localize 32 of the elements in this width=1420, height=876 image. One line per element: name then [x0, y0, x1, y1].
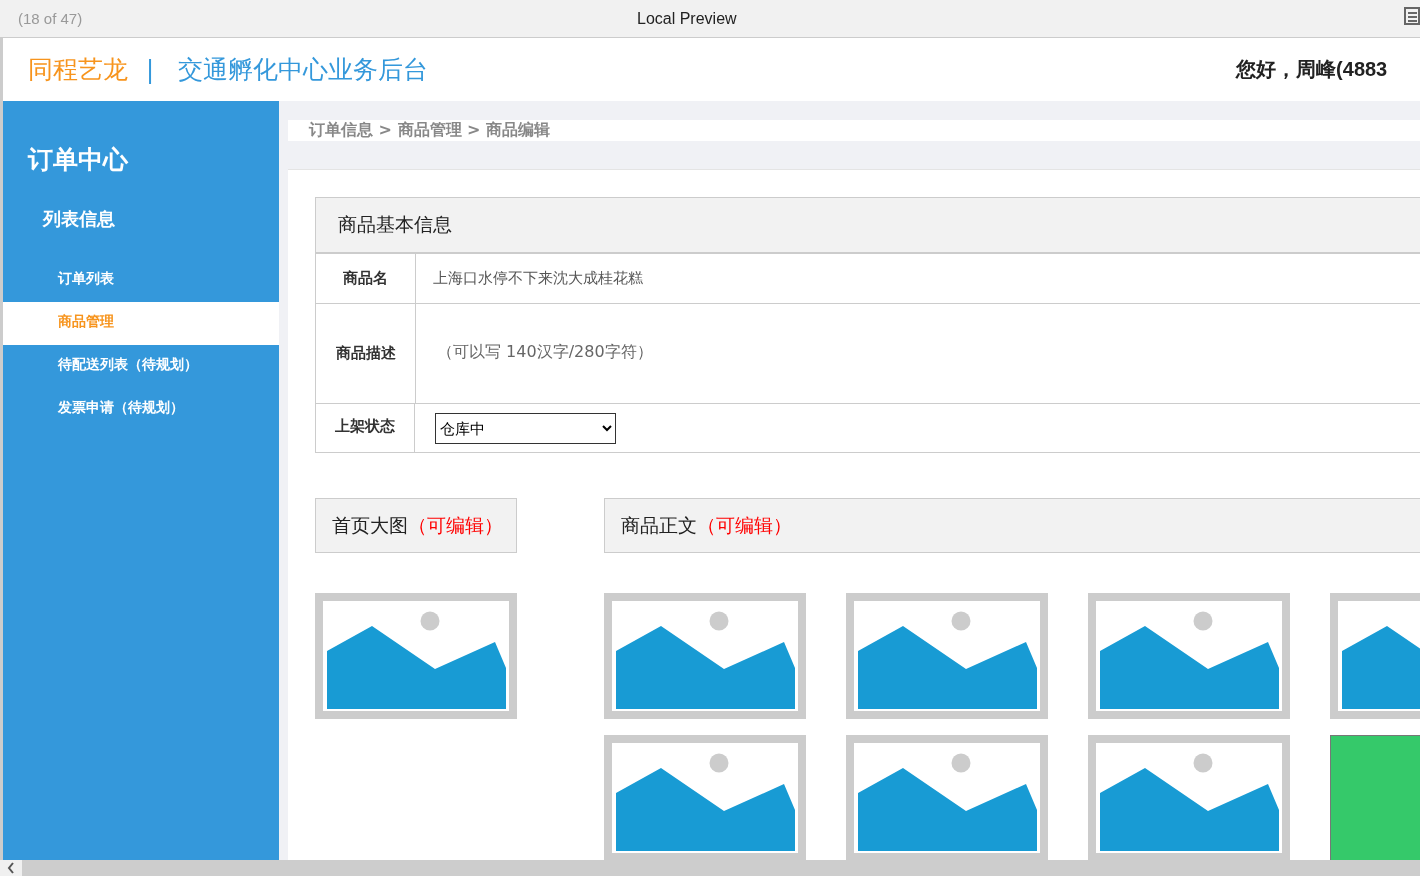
- system-name: 交通孵化中心业务后台: [178, 54, 429, 86]
- section-header: 商品正文（可编辑）: [604, 498, 1420, 553]
- table-title: 商品基本信息: [338, 212, 452, 237]
- section-header: 首页大图（可编辑）: [315, 498, 517, 553]
- chevron-left-icon: [7, 862, 15, 874]
- field-label: 商品名: [316, 254, 416, 303]
- image-placeholder-icon[interactable]: [1088, 593, 1290, 719]
- product-name: 上海口水停不下来沈大成桂花糕: [433, 269, 643, 288]
- sidebar-item[interactable]: 发票申请（待规划）: [3, 388, 279, 431]
- separator: |: [146, 55, 155, 84]
- image-placeholder-icon[interactable]: [1088, 735, 1290, 860]
- image-placeholder-icon[interactable]: [846, 735, 1048, 860]
- image-placeholder-icon[interactable]: [604, 593, 806, 719]
- image-placeholder-icon[interactable]: [604, 735, 806, 860]
- sidebar-item[interactable]: 订单列表: [3, 259, 279, 302]
- image-placeholder-icon[interactable]: [315, 593, 517, 719]
- sidebar-item[interactable]: 商品管理: [3, 302, 279, 345]
- menu-icon[interactable]: [1404, 7, 1420, 25]
- window-title: Local Preview: [637, 9, 737, 28]
- scroll-left-button[interactable]: [0, 860, 22, 876]
- field-label: 上架状态: [316, 404, 415, 452]
- sidebar-item[interactable]: 待配送列表（待规划）: [3, 345, 279, 388]
- user-greeting: 您好，周峰(4883: [1236, 57, 1388, 82]
- field-label: 商品描述: [316, 304, 416, 403]
- brand-logo: 同程艺龙: [28, 54, 128, 86]
- breadcrumb: 订单信息 > 商品管理 > 商品编辑: [309, 120, 551, 141]
- page-counter: (18 of 47): [18, 10, 83, 27]
- status-dropdown[interactable]: 仓库中: [435, 412, 616, 444]
- image-placeholder-icon[interactable]: [846, 593, 1048, 719]
- sidebar-title: 订单中心: [26, 144, 129, 176]
- horizontal-scrollbar[interactable]: [0, 860, 1420, 876]
- sidebar-group: 列表信息: [3, 201, 279, 259]
